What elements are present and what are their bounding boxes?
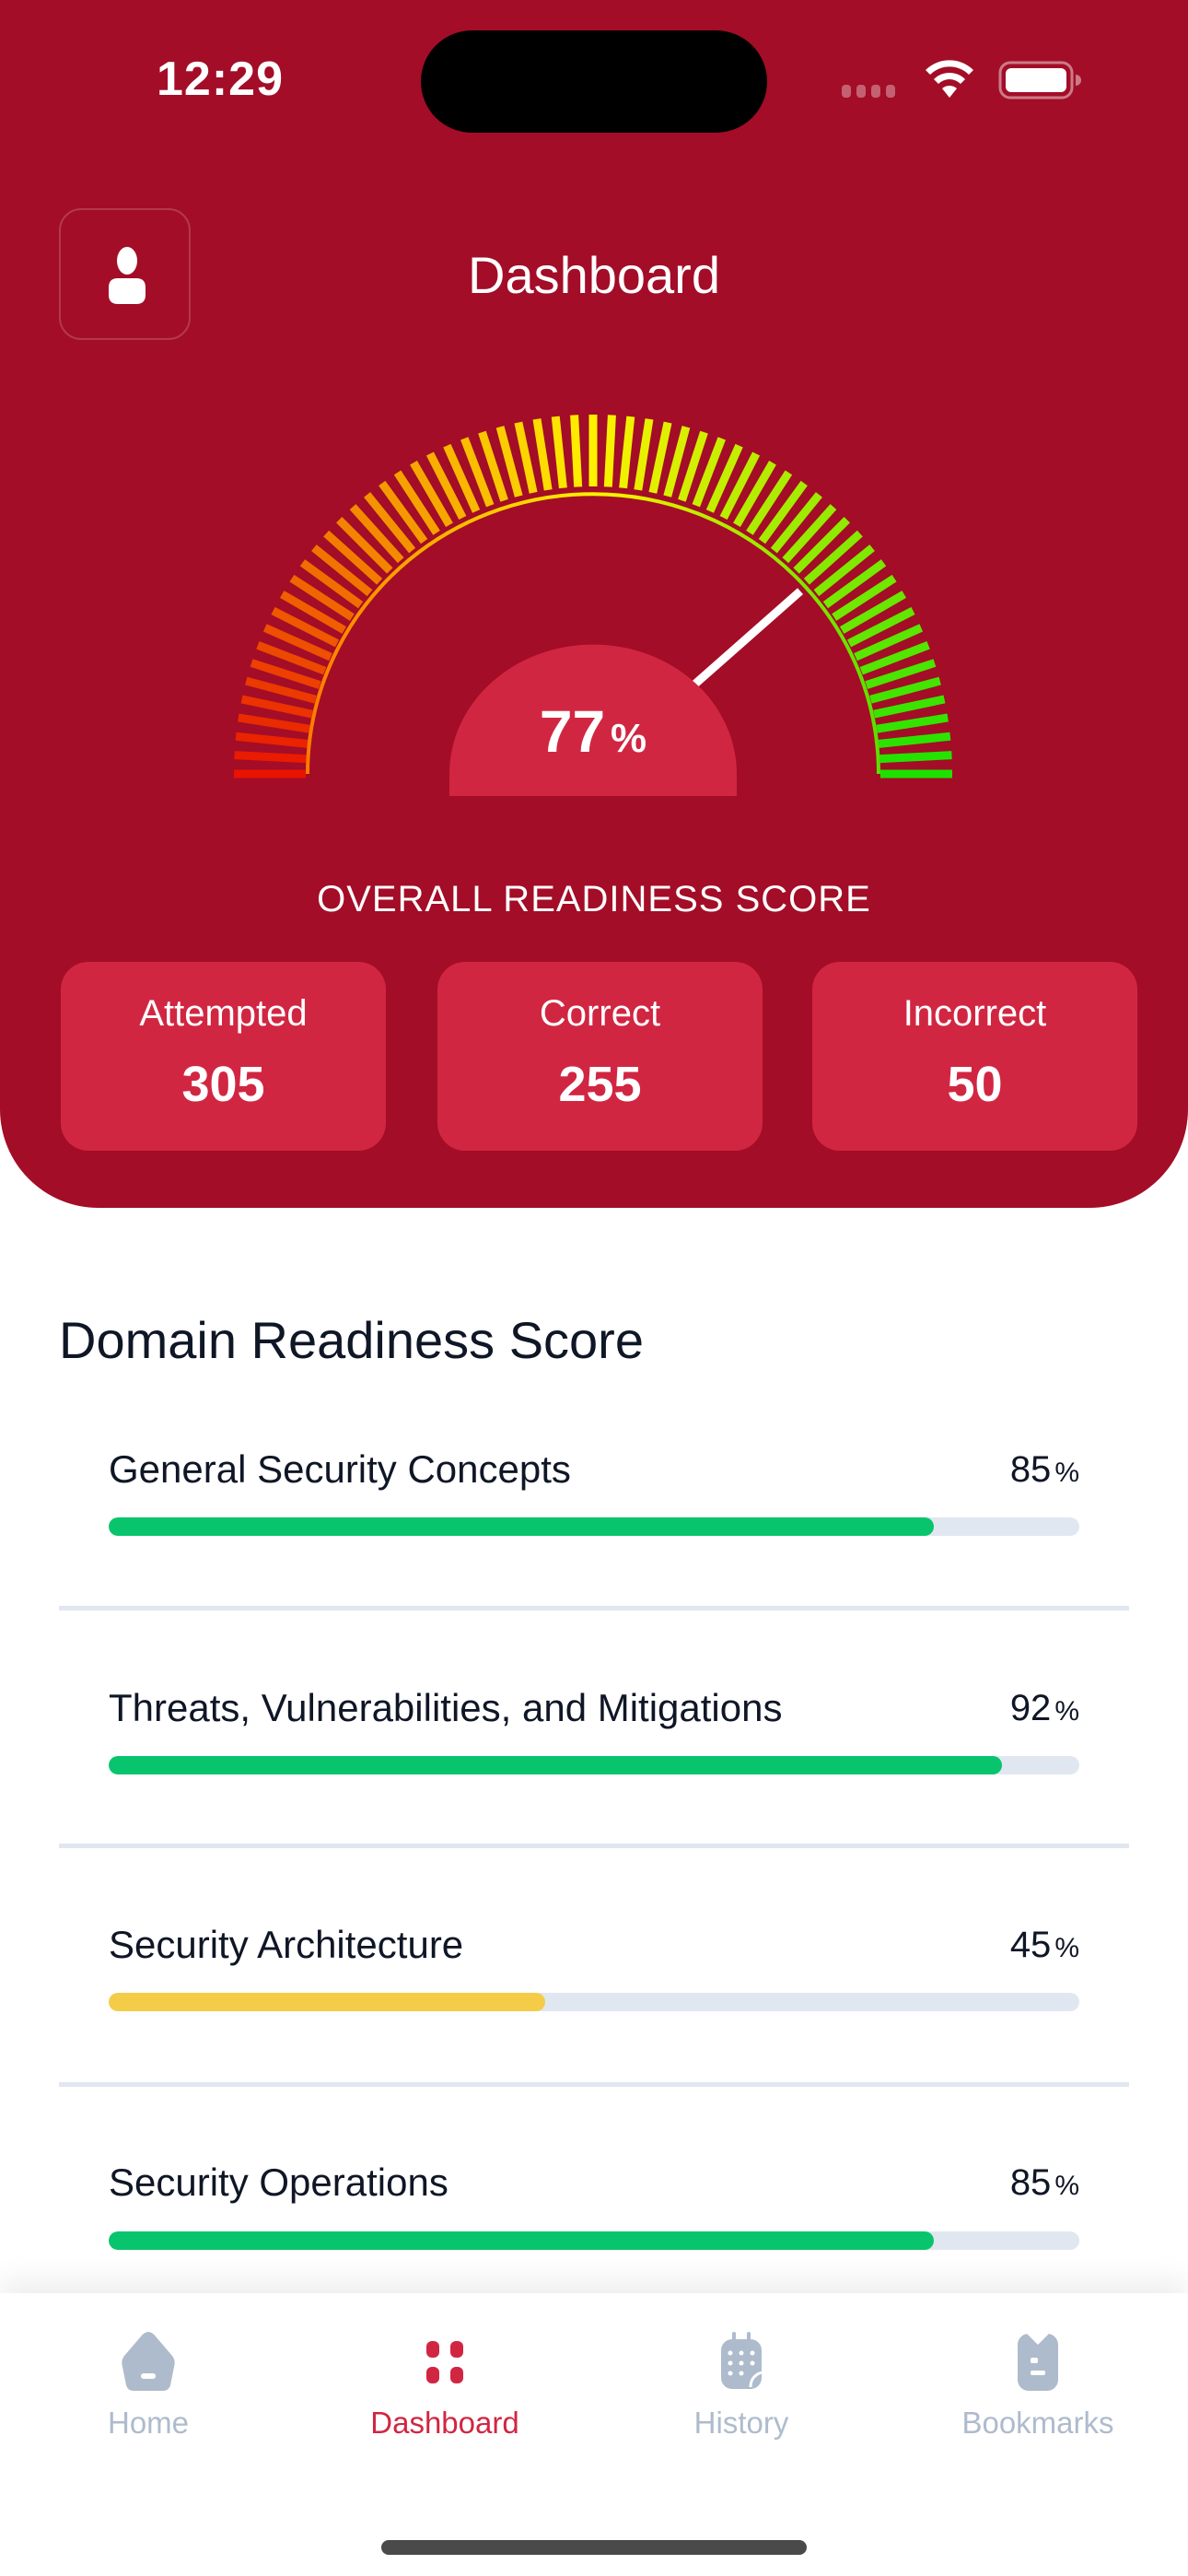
battery-icon <box>998 61 1081 100</box>
domain-percent: 85% <box>1009 1449 1079 1490</box>
tab-home[interactable]: Home <box>0 2293 297 2496</box>
gauge-tick <box>634 418 654 491</box>
gauge-tick <box>393 470 440 535</box>
gauge-tick <box>238 713 310 733</box>
domain-progress-track <box>109 1756 1079 1774</box>
stat-value: 255 <box>558 1057 642 1112</box>
gauge-tick <box>280 591 347 634</box>
gauge-tick <box>532 418 553 491</box>
stat-label: Incorrect <box>903 993 1047 1034</box>
gauge-tick <box>570 415 583 487</box>
gauge-tick <box>289 574 355 621</box>
tab-label: Bookmarks <box>961 2406 1114 2440</box>
gauge-tick <box>878 732 951 748</box>
stat-card-attempted: Attempted 305 <box>61 962 386 1151</box>
divider <box>59 1844 1129 1848</box>
domain-progress-track <box>109 1993 1079 2011</box>
gauge-tick <box>733 461 776 528</box>
bookmark-icon <box>1018 2334 1058 2391</box>
divider <box>59 2082 1129 2087</box>
gauge-tick <box>603 415 616 487</box>
domain-progress-fill <box>109 1517 934 1536</box>
gauge-tick <box>240 695 313 719</box>
domain-percent: 45% <box>1009 1925 1079 1965</box>
tab-bar: Home Dashboard History Bookmarks <box>0 2293 1188 2576</box>
gauge-tick <box>746 470 793 535</box>
stat-value: 50 <box>947 1057 1003 1112</box>
stat-value: 305 <box>181 1057 265 1112</box>
domain-progress-fill <box>109 2231 934 2250</box>
home-indicator <box>381 2540 807 2555</box>
wifi-icon <box>926 60 973 98</box>
domain-progress-track <box>109 2231 1079 2250</box>
stat-card-incorrect: Incorrect 50 <box>812 962 1137 1151</box>
dynamic-island <box>421 30 767 133</box>
gauge-tick <box>234 751 307 764</box>
cellular-signal-icon <box>842 85 895 98</box>
divider <box>59 1606 1129 1610</box>
stat-label: Attempted <box>139 993 308 1034</box>
domain-name: General Security Concepts <box>109 1447 571 1491</box>
domain-name: Threats, Vulnerabilities, and Mitigation… <box>109 1686 783 1729</box>
gauge-tick <box>873 695 946 719</box>
domain-name: Security Operations <box>109 2160 448 2204</box>
tab-dashboard[interactable]: Dashboard <box>297 2293 593 2496</box>
tab-label: History <box>693 2406 789 2440</box>
gauge-tick <box>410 461 453 528</box>
domain-progress-fill <box>109 1756 1002 1774</box>
gauge-tick <box>619 416 635 489</box>
tab-label: Dashboard <box>370 2406 519 2440</box>
status-time: 12:29 <box>157 53 284 106</box>
readiness-gauge: 77% <box>234 415 952 796</box>
gauge-tick <box>839 591 906 634</box>
tab-bookmarks[interactable]: Bookmarks <box>890 2293 1186 2496</box>
calendar-icon <box>721 2332 763 2389</box>
stat-label: Correct <box>539 993 661 1034</box>
gauge-tick <box>832 574 897 621</box>
gauge-tick <box>879 751 952 764</box>
gauge-tick <box>235 732 309 748</box>
tab-history[interactable]: History <box>593 2293 890 2496</box>
gauge-tick <box>648 421 672 494</box>
stat-card-correct: Correct 255 <box>437 962 763 1151</box>
domain-percent: 92% <box>1009 1688 1079 1728</box>
overall-readiness-label: OVERALL READINESS SCORE <box>317 879 871 919</box>
domain-progress-track <box>109 1517 1079 1536</box>
domain-progress-fill <box>109 1993 546 2011</box>
tab-label: Home <box>107 2406 190 2440</box>
gauge-tick <box>876 713 949 733</box>
gauge-tick <box>514 421 538 494</box>
domain-name: Security Architecture <box>109 1923 464 1966</box>
domain-percent: 85% <box>1009 2162 1079 2203</box>
dashboard-grid-icon <box>426 2341 463 2383</box>
gauge-tick <box>551 416 567 489</box>
home-icon <box>122 2332 175 2391</box>
domain-readiness-title: Domain Readiness Score <box>59 1311 644 1369</box>
page-title: Dashboard <box>468 246 720 304</box>
